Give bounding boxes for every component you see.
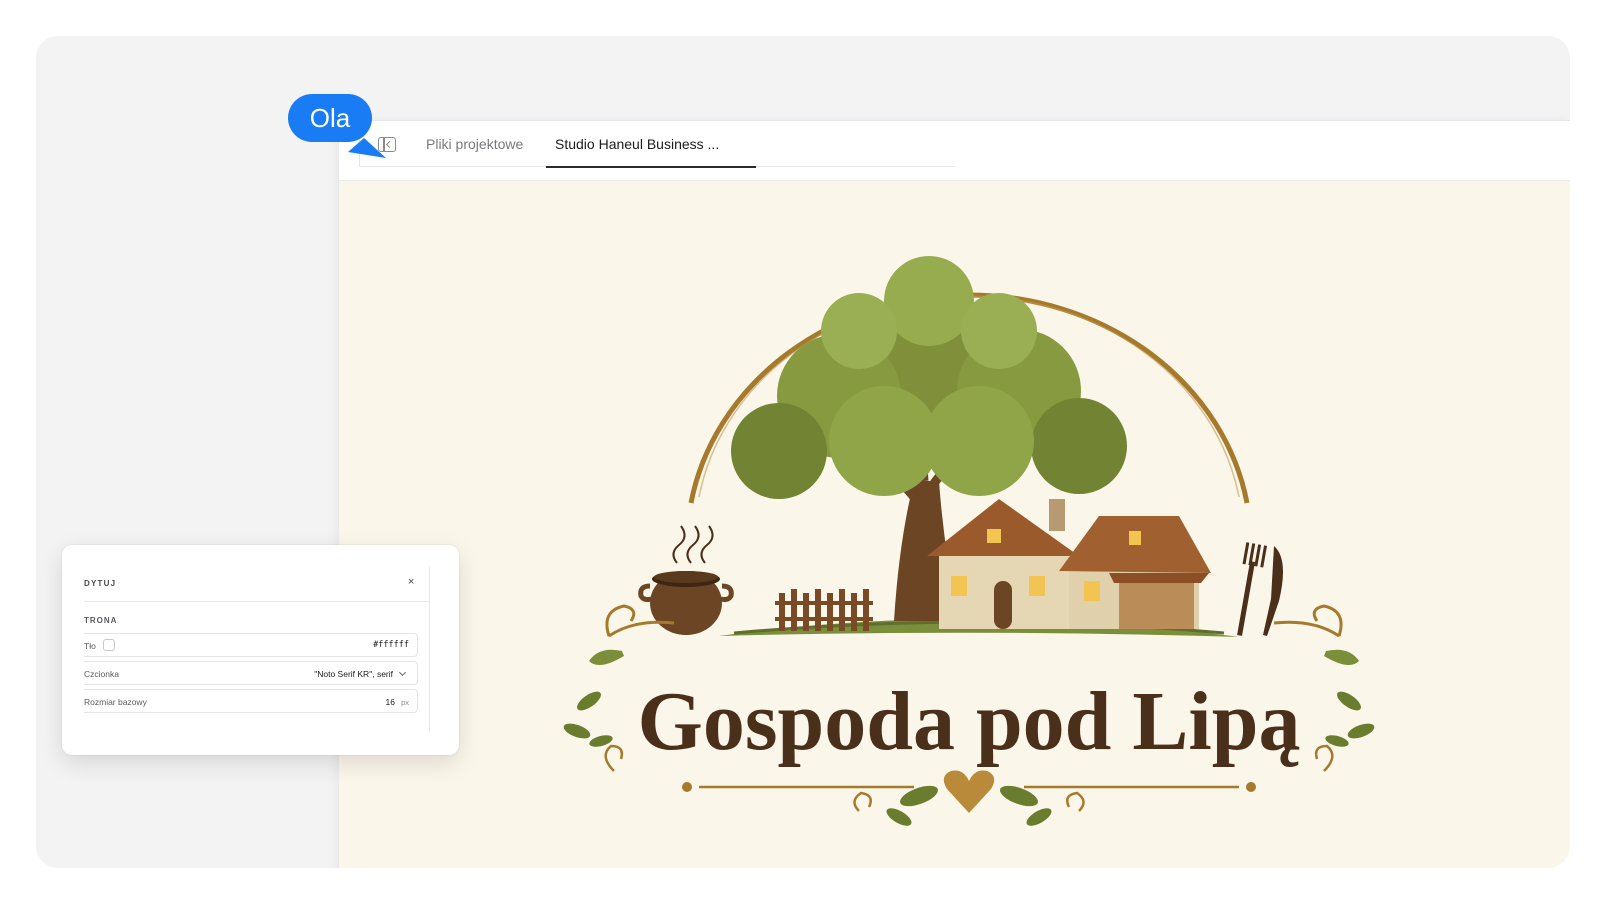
tab-project-files[interactable]: Pliki projektowe [426, 121, 523, 167]
base-size-value[interactable]: 16 [386, 697, 395, 707]
edit-panel-content: DYTUJ × TRONA Tło #ffffff Czcionka "Noto… [84, 567, 430, 731]
collaborator-name-badge: Ola [288, 94, 372, 142]
logo-title: Gospoda pod Lipą [638, 675, 1301, 768]
app-window: Pliki projektowe Studio Haneul Business … [339, 120, 1570, 868]
font-value[interactable]: "Noto Serif KR", serif [314, 669, 393, 679]
color-swatch[interactable] [103, 639, 115, 651]
divider [84, 601, 429, 602]
leaf-ornament-left [563, 691, 613, 747]
base-size-label: Rozmiar bazowy [84, 697, 147, 707]
design-canvas[interactable]: Gospoda pod Lipą [339, 181, 1570, 868]
tree-canopy [731, 256, 1127, 499]
font-select[interactable]: Czcionka "Noto Serif KR", serif [84, 661, 418, 685]
tab-strip: Pliki projektowe Studio Haneul Business … [359, 121, 955, 168]
tab-studio-haneul[interactable]: Studio Haneul Business ... [546, 121, 756, 168]
font-label: Czcionka [84, 669, 119, 679]
cooking-pot-icon [638, 525, 734, 635]
tab-bar: Pliki projektowe Studio Haneul Business … [339, 121, 1570, 181]
background-color-field[interactable]: Tło #ffffff [84, 633, 418, 657]
background-label: Tło [84, 641, 96, 651]
base-size-field[interactable]: Rozmiar bazowy 16 px [84, 689, 418, 713]
edit-panel-title: DYTUJ [84, 579, 117, 588]
close-icon[interactable]: × [408, 576, 414, 588]
base-size-unit: px [401, 698, 409, 707]
edit-panel: DYTUJ × TRONA Tło #ffffff Czcionka "Noto… [62, 545, 459, 755]
swirl-right [1273, 604, 1343, 638]
chevron-down-icon[interactable] [398, 668, 407, 677]
restaurant-logo[interactable]: Gospoda pod Lipą [339, 181, 1570, 868]
house-icon [927, 499, 1211, 629]
background-value[interactable]: #ffffff [373, 640, 409, 650]
section-heading: TRONA [84, 616, 118, 625]
heart-icon [943, 770, 995, 813]
leaf-ornament-right [1325, 691, 1375, 747]
